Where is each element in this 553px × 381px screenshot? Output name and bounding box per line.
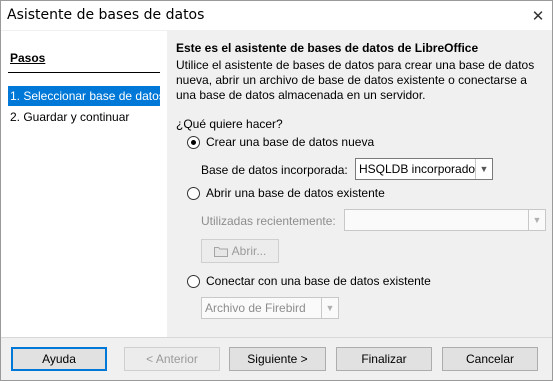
steps-sidebar: Pasos 1. Seleccionar base de datos 2. Gu… [1, 31, 167, 337]
wizard-content: Este es el asistente de bases de datos d… [167, 31, 552, 337]
connection-type-value: Archivo de Firebird [205, 301, 306, 315]
title-bar: Asistente de bases de datos ✕ [0, 0, 553, 31]
step-save-and-continue[interactable]: 2. Guardar y continuar [8, 107, 160, 127]
next-button[interactable]: Siguiente > [229, 347, 326, 371]
back-button[interactable]: < Anterior [124, 347, 220, 371]
button-bar: Ayuda < Anterior Siguiente > Finalizar C… [1, 337, 552, 380]
embedded-db-value: HSQLDB incorporado [359, 162, 476, 176]
finish-button[interactable]: Finalizar [336, 347, 432, 371]
radio-open-existing[interactable]: Abrir una base de datos existente [187, 186, 385, 200]
help-button[interactable]: Ayuda [11, 347, 107, 371]
window-title: Asistente de bases de datos [7, 7, 205, 23]
recent-files-label: Utilizadas recientemente: [201, 214, 336, 228]
radio-create-new[interactable]: Crear una base de datos nueva [187, 135, 374, 149]
radio-open-existing-indicator[interactable] [187, 186, 200, 200]
chevron-down-icon: ▼ [321, 298, 338, 318]
radio-create-new-label: Crear una base de datos nueva [206, 135, 375, 149]
open-file-label: Abrir... [231, 244, 267, 258]
radio-connect-existing-label: Conectar con una base de datos existente [206, 274, 431, 288]
radio-connect-existing[interactable]: Conectar con una base de datos existente [187, 274, 431, 288]
wizard-intro: Utilice el asistente de bases de datos p… [176, 58, 535, 102]
chevron-down-icon: ▼ [475, 159, 492, 179]
steps-title: Pasos [10, 51, 46, 65]
embedded-db-label: Base de datos incorporada: [201, 163, 348, 177]
embedded-db-select[interactable]: HSQLDB incorporado ▼ [355, 158, 493, 180]
step-select-database[interactable]: 1. Seleccionar base de datos [8, 86, 165, 106]
connection-type-select[interactable]: Archivo de Firebird ▼ [201, 297, 339, 319]
wizard-heading: Este es el asistente de bases de datos d… [176, 41, 479, 55]
cancel-button[interactable]: Cancelar [442, 347, 538, 371]
radio-open-existing-label: Abrir una base de datos existente [206, 186, 385, 200]
question-label: ¿Qué quiere hacer? [176, 117, 283, 131]
radio-create-new-indicator[interactable] [187, 135, 200, 149]
steps-divider [8, 72, 160, 73]
close-button[interactable]: ✕ [523, 0, 553, 31]
folder-icon [213, 246, 228, 257]
chevron-down-icon: ▼ [528, 210, 545, 230]
radio-connect-existing-indicator[interactable] [187, 274, 200, 288]
open-file-button[interactable]: Abrir... [201, 239, 279, 263]
close-icon: ✕ [531, 6, 545, 25]
recent-files-select[interactable]: ▼ [344, 209, 546, 231]
